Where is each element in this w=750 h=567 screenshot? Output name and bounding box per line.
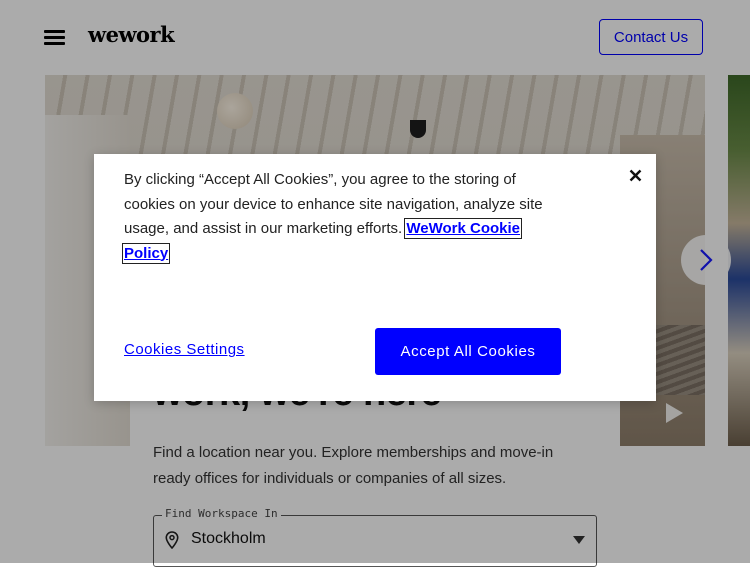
- cookie-message: By clicking “Accept All Cookies”, you ag…: [121, 168, 554, 266]
- close-button[interactable]: [626, 166, 644, 184]
- cookies-settings-link[interactable]: Cookies Settings: [124, 341, 245, 358]
- accept-all-cookies-button[interactable]: Accept All Cookies: [375, 328, 561, 375]
- cookie-consent-dialog: By clicking “Accept All Cookies”, you ag…: [94, 154, 656, 401]
- close-icon: [629, 169, 641, 181]
